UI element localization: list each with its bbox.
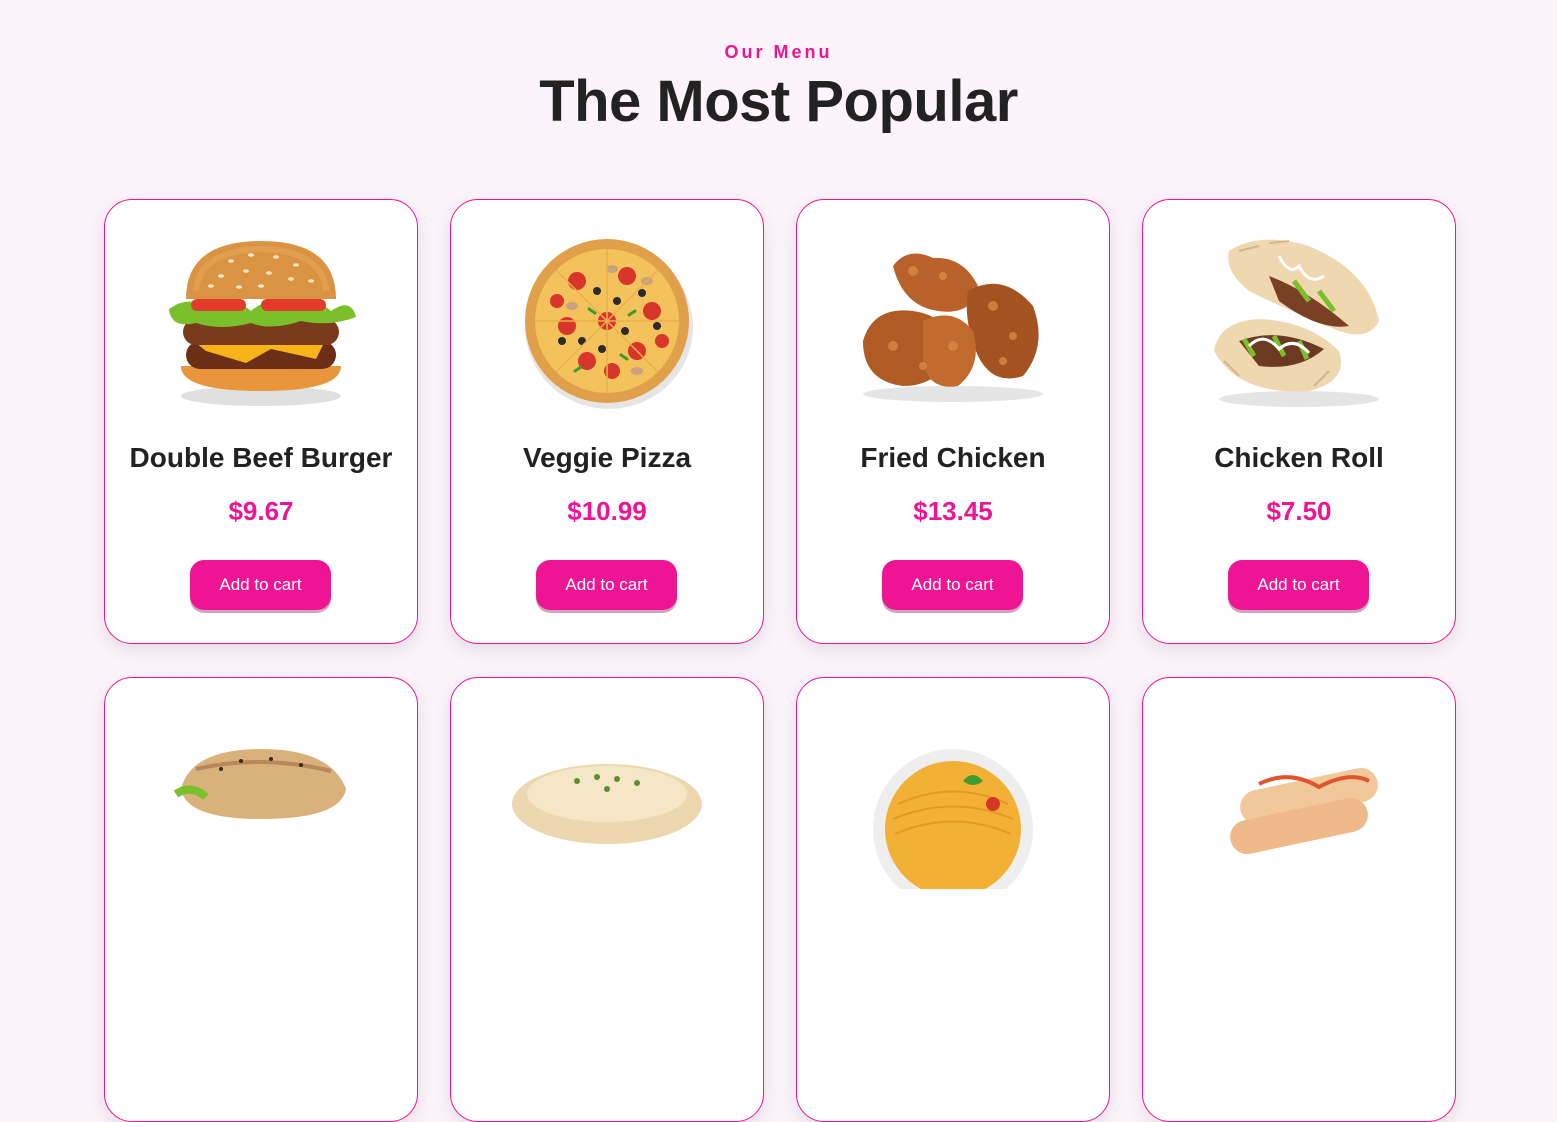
menu-card: Veggie Pizza $10.99 Add to cart (450, 199, 764, 644)
section-title: The Most Popular (539, 69, 1018, 134)
menu-card (450, 677, 764, 1122)
sandwich-image (173, 749, 346, 819)
food-image (451, 226, 763, 416)
menu-card (796, 677, 1110, 1122)
food-image (105, 226, 417, 416)
item-price: $7.50 (1266, 496, 1332, 526)
item-name: Fried Chicken (860, 442, 1046, 473)
item-price: $9.67 (228, 496, 294, 526)
spaghetti-image (873, 749, 1033, 889)
burger-image (169, 241, 356, 406)
add-to-cart-button[interactable]: Add to cart (882, 560, 1023, 610)
menu-card: Chicken Roll $7.50 Add to cart (1142, 199, 1456, 644)
spring-rolls-image (1230, 767, 1378, 855)
food-image (451, 704, 763, 894)
menu-card: Fried Chicken $13.45 Add to cart (796, 199, 1110, 644)
food-image (797, 704, 1109, 894)
food-image (1143, 704, 1455, 894)
add-to-cart-button[interactable]: Add to cart (190, 560, 331, 610)
food-image (797, 226, 1109, 416)
menu-card (104, 677, 418, 1122)
item-name: Double Beef Burger (129, 442, 393, 473)
fried-chicken-image (863, 253, 1043, 402)
food-image (1143, 226, 1455, 416)
add-to-cart-button[interactable]: Add to cart (536, 560, 677, 610)
menu-grid: Double Beef Burger $9.67 Add to cart Veg… (104, 199, 1456, 1122)
section-eyebrow: Our Menu (724, 42, 833, 62)
flatbread-image (512, 764, 702, 844)
pizza-image (525, 239, 693, 409)
item-name: Veggie Pizza (522, 442, 692, 473)
food-image (105, 704, 417, 894)
chicken-roll-image (1214, 239, 1379, 407)
menu-card: Double Beef Burger $9.67 Add to cart (104, 199, 418, 644)
item-name: Chicken Roll (1214, 442, 1384, 473)
add-to-cart-button[interactable]: Add to cart (1228, 560, 1369, 610)
item-price: $10.99 (567, 496, 647, 526)
menu-card (1142, 677, 1456, 1122)
item-price: $13.45 (913, 496, 993, 526)
section-header: Our Menu The Most Popular (0, 40, 1557, 134)
